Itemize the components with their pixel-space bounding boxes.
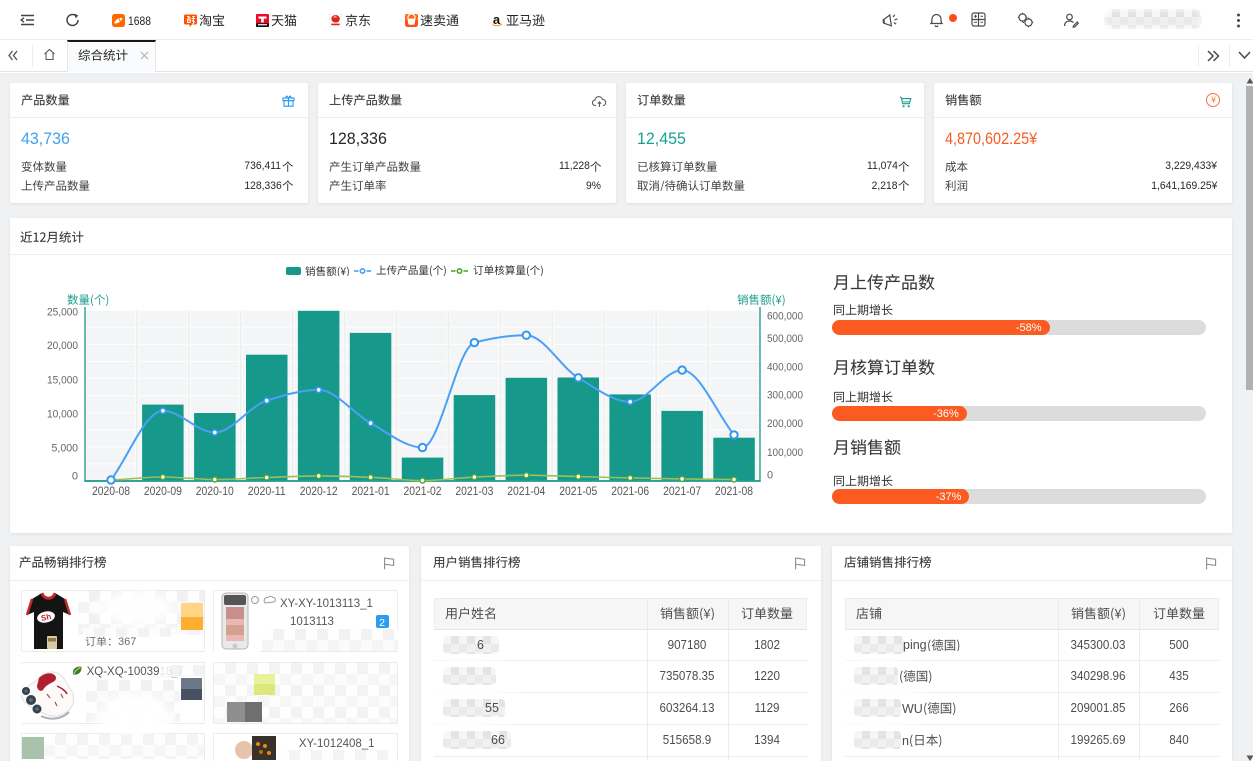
svg-text:400,000: 400,000 <box>767 361 803 373</box>
svg-text:2020-10: 2020-10 <box>196 486 234 498</box>
svg-text:25,000: 25,000 <box>47 307 78 319</box>
svg-text:2020-12: 2020-12 <box>300 486 338 498</box>
svg-text:15,000: 15,000 <box>47 374 78 386</box>
svg-text:500,000: 500,000 <box>767 333 803 345</box>
svg-text:20,000: 20,000 <box>47 340 78 352</box>
svg-text:2021-07: 2021-07 <box>663 486 701 498</box>
svg-text:2020-11: 2020-11 <box>248 486 286 498</box>
svg-text:2021-08: 2021-08 <box>715 486 753 498</box>
svg-text:2021-01: 2021-01 <box>352 486 390 498</box>
svg-text:0: 0 <box>767 469 773 481</box>
svg-text:0: 0 <box>72 470 78 482</box>
svg-text:2021-02: 2021-02 <box>404 486 442 498</box>
svg-text:2021-06: 2021-06 <box>611 486 649 498</box>
svg-text:200,000: 200,000 <box>767 418 803 430</box>
svg-text:5,000: 5,000 <box>52 443 79 455</box>
svg-text:2021-04: 2021-04 <box>507 486 546 498</box>
svg-text:300,000: 300,000 <box>767 389 803 401</box>
svg-text:2021-03: 2021-03 <box>455 486 493 498</box>
svg-text:100,000: 100,000 <box>767 447 803 459</box>
svg-text:600,000: 600,000 <box>767 311 803 323</box>
svg-text:10,000: 10,000 <box>47 408 78 420</box>
svg-text:2021-05: 2021-05 <box>559 486 597 498</box>
svg-text:2020-08: 2020-08 <box>92 486 130 498</box>
svg-text:2020-09: 2020-09 <box>144 486 182 498</box>
